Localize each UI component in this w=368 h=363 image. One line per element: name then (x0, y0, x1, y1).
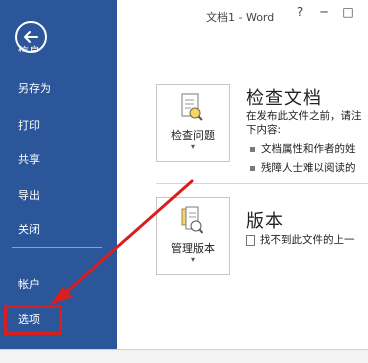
menu-save-as[interactable]: 另存为 (0, 74, 117, 104)
menu-close[interactable]: 关闭 (0, 215, 117, 245)
inspect-title: 检查文档 (246, 88, 322, 109)
bullet-square-icon (250, 146, 255, 152)
inspect-bullet-1: 文档属性和作者的姓 (250, 141, 356, 156)
inspect-bullet-2-text: 残障人士难以阅读的 (261, 162, 356, 174)
version-title: 版本 (246, 211, 284, 232)
inspect-desc-line1: 在发布此文件之前，请注 (246, 110, 362, 122)
minimize-icon[interactable]: ─ (312, 0, 336, 24)
menu-options[interactable]: 选项 (4, 305, 62, 335)
menu-divider (12, 247, 102, 248)
status-bar (0, 349, 368, 363)
inspect-document-button[interactable]: 检查问题 ▾ (156, 84, 230, 162)
maximize-icon[interactable]: □ (336, 0, 360, 24)
help-icon[interactable]: ? (288, 0, 312, 24)
bullet-square-icon (250, 165, 255, 171)
inspect-bullet-1-text: 文档属性和作者的姓 (261, 143, 356, 155)
inspect-document-icon (181, 93, 203, 121)
window-title: 文档1 - Word (206, 11, 275, 24)
info-menu-item[interactable]: 信息 (18, 44, 40, 52)
manage-versions-button[interactable]: 管理版本 ▾ (156, 197, 230, 275)
backstage-sidebar: 信息 另存为 打印 共享 导出 关闭 帐户 选项 (0, 0, 117, 349)
chevron-down-icon: ▾ (190, 255, 195, 264)
inspect-desc-line2: 下内容: (246, 124, 282, 136)
inspect-bullet-2: 残障人士难以阅读的 (250, 160, 356, 175)
menu-account[interactable]: 帐户 (0, 270, 117, 300)
menu-share[interactable]: 共享 (0, 145, 117, 175)
version-doc-icon (246, 234, 255, 246)
version-text-content: 找不到此文件的上一 (260, 234, 355, 246)
menu-print[interactable]: 打印 (0, 111, 117, 141)
version-text: 找不到此文件的上一 (246, 233, 355, 247)
section-divider (156, 183, 368, 184)
menu-export[interactable]: 导出 (0, 181, 117, 211)
manage-versions-label: 管理版本 (171, 242, 215, 255)
inspect-button-label: 检查问题 (171, 129, 215, 142)
manage-versions-icon (181, 206, 203, 234)
chevron-down-icon: ▾ (190, 142, 195, 151)
